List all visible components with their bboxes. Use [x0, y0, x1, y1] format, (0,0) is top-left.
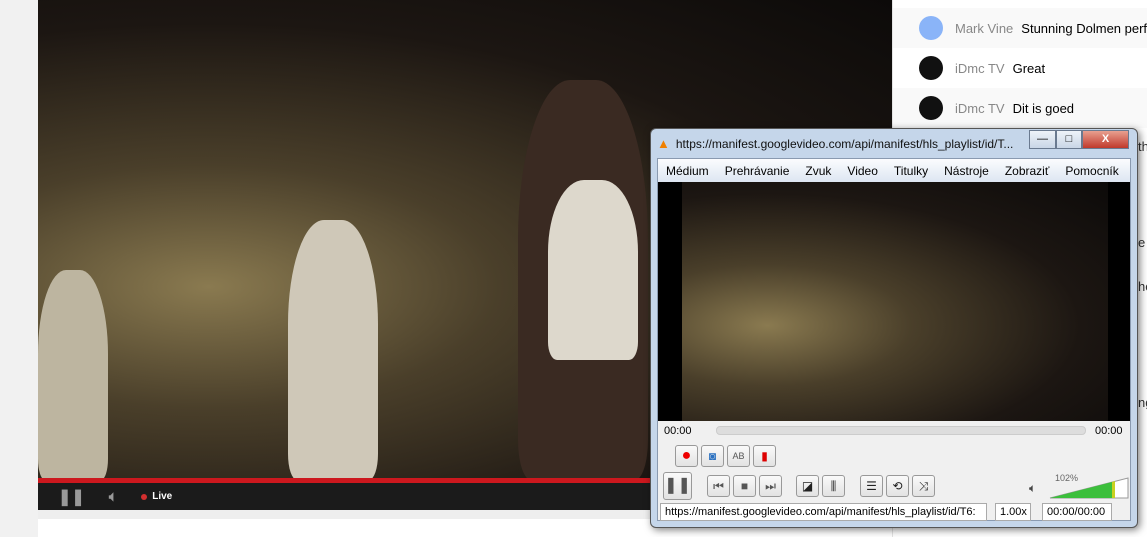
ab-loop-button[interactable]: AB: [727, 445, 750, 467]
page-margin: [0, 0, 38, 537]
record-button[interactable]: ●: [675, 445, 698, 467]
maximize-button[interactable]: □: [1056, 130, 1082, 149]
close-button[interactable]: X: [1082, 130, 1129, 149]
chat-text-peek: he: [1138, 279, 1147, 294]
menu-bar: Médium Prehrávanie Zvuk Video Titulky Ná…: [658, 159, 1130, 182]
avatar: [919, 96, 943, 120]
time-elapsed: 00:00: [664, 425, 692, 437]
minimize-button[interactable]: —: [1029, 130, 1056, 149]
live-dot-icon: [141, 493, 148, 500]
chat-text: Great: [1012, 60, 1046, 76]
menu-view[interactable]: Zobraziť: [997, 164, 1058, 178]
menu-tools[interactable]: Nástroje: [936, 164, 997, 178]
frame-step-button[interactable]: ▮: [753, 445, 776, 467]
chat-author[interactable]: iDmc TV: [955, 61, 1005, 76]
status-time[interactable]: 00:00/00:00: [1042, 503, 1112, 521]
chat-message: Mark Vine Stunning Dolmen perf: [893, 8, 1147, 48]
chat-author[interactable]: Mark Vine: [955, 21, 1013, 36]
volume-icon[interactable]: 🔈︎: [109, 488, 117, 505]
chat-message: iDmc TV Great: [893, 48, 1147, 88]
chat-author[interactable]: iDmc TV: [955, 101, 1005, 116]
seek-slider[interactable]: [716, 426, 1086, 435]
avatar: [919, 16, 943, 40]
previous-button[interactable]: ⏮︎: [707, 475, 730, 497]
menu-help[interactable]: Pomocník: [1057, 164, 1126, 178]
vlc-video-area[interactable]: [658, 182, 1130, 421]
menu-medium[interactable]: Médium: [658, 164, 717, 178]
chat-text: Dit is goed: [1012, 100, 1075, 116]
chat-message: iDmc TV Dit is goed: [893, 88, 1147, 128]
menu-playback[interactable]: Prehrávanie: [717, 164, 798, 178]
chat-text-peek: th: [1138, 139, 1147, 154]
pause-icon[interactable]: ❚❚: [58, 487, 85, 507]
playback-speed[interactable]: 1.00x: [995, 503, 1031, 521]
live-label: Live: [152, 491, 173, 502]
menu-subtitles[interactable]: Titulky: [886, 164, 936, 178]
menu-video[interactable]: Video: [839, 164, 885, 178]
vlc-cone-icon: ▲: [657, 136, 670, 151]
avatar: [919, 56, 943, 80]
pause-button[interactable]: ❚❚: [663, 472, 692, 500]
playlist-button[interactable]: ☰: [860, 475, 883, 497]
menu-audio[interactable]: Zvuk: [797, 164, 839, 178]
window-title: https://manifest.googlevideo.com/api/man…: [675, 136, 1014, 151]
status-url: https://manifest.googlevideo.com/api/man…: [660, 503, 987, 521]
chat-text-peek: e: [1138, 235, 1146, 250]
vlc-window: ▲ https://manifest.googlevideo.com/api/m…: [650, 128, 1138, 528]
snapshot-button[interactable]: ◙: [701, 445, 724, 467]
chat-text-peek: ng: [1138, 395, 1147, 410]
fullscreen-button[interactable]: ◪: [796, 475, 819, 497]
shuffle-button[interactable]: ⤨: [912, 475, 935, 497]
mute-icon[interactable]: 🔈︎: [1029, 481, 1036, 496]
stop-button[interactable]: ■: [733, 475, 756, 497]
extended-settings-button[interactable]: ⫼: [822, 475, 845, 497]
loop-button[interactable]: ⟲: [886, 475, 909, 497]
chat-text: Stunning Dolmen perf: [1021, 20, 1147, 36]
time-total: 00:00: [1095, 425, 1123, 437]
volume-slider[interactable]: [1048, 476, 1130, 500]
next-button[interactable]: ⏭︎: [759, 475, 782, 497]
